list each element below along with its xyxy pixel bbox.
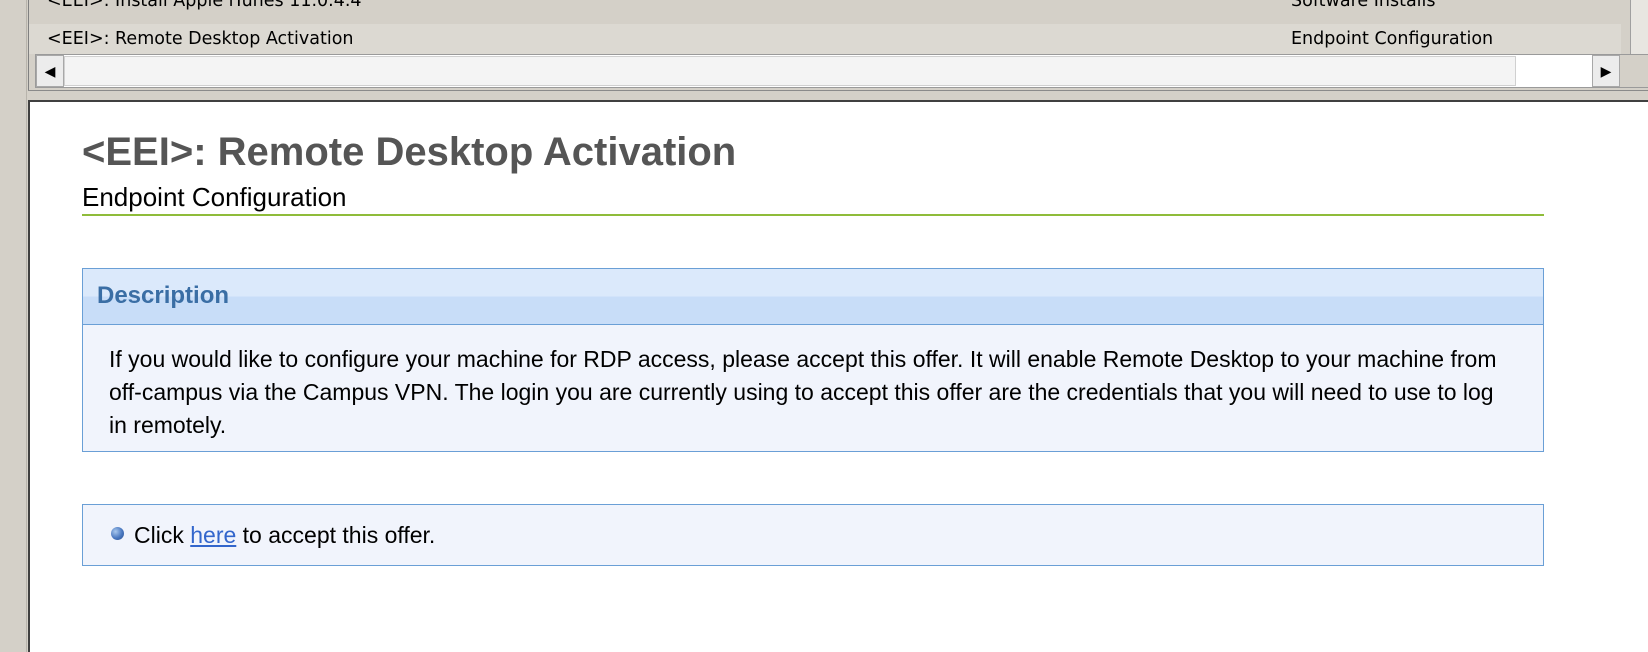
title-divider <box>82 214 1544 216</box>
description-heading: Description <box>83 269 1543 325</box>
vertical-scrollbar[interactable] <box>1630 0 1648 62</box>
list-item-name: <EEI>: Install Apple iTunes 11.0.4.4 <box>47 0 362 11</box>
window-frame-left <box>0 0 27 652</box>
description-panel: Description If you would like to configu… <box>82 268 1544 452</box>
arrow-left-icon: ◀ <box>44 63 56 79</box>
page-title: <EEI>: Remote Desktop Activation <box>82 130 737 174</box>
blue-bullet-icon <box>111 527 124 540</box>
accept-offer-link[interactable]: here <box>190 522 236 548</box>
scroll-thumb[interactable] <box>64 56 1516 86</box>
list-item-category: Endpoint Configuration <box>1291 29 1494 49</box>
accept-prefix: Click <box>134 522 191 548</box>
scroll-left-button[interactable]: ◀ <box>36 55 64 87</box>
app-window: <EEI>: Install Apple iTunes 11.0.4.4 Sof… <box>0 0 1648 652</box>
list-item-selected[interactable]: <EEI>: Remote Desktop Activation Endpoin… <box>29 24 1621 54</box>
description-text: If you would like to configure your mach… <box>109 346 1497 438</box>
offer-list: <EEI>: Install Apple iTunes 11.0.4.4 Sof… <box>28 0 1648 90</box>
arrow-right-icon: ▶ <box>1600 63 1612 79</box>
list-item-name: <EEI>: Remote Desktop Activation <box>47 29 354 49</box>
list-item[interactable]: <EEI>: Install Apple iTunes 11.0.4.4 Sof… <box>29 0 1621 16</box>
scroll-right-button[interactable]: ▶ <box>1592 55 1620 87</box>
offer-details: <EEI>: Remote Desktop Activation Endpoin… <box>28 100 1648 652</box>
accept-panel: Click here to accept this offer. <box>82 504 1544 566</box>
scrollbar-corner <box>1619 55 1648 87</box>
offer-category: Endpoint Configuration <box>82 182 347 212</box>
accept-suffix: to accept this offer. <box>236 522 436 548</box>
horizontal-scrollbar[interactable]: ◀ ▶ <box>35 54 1648 88</box>
list-item-category: Software Installs <box>1291 0 1436 11</box>
